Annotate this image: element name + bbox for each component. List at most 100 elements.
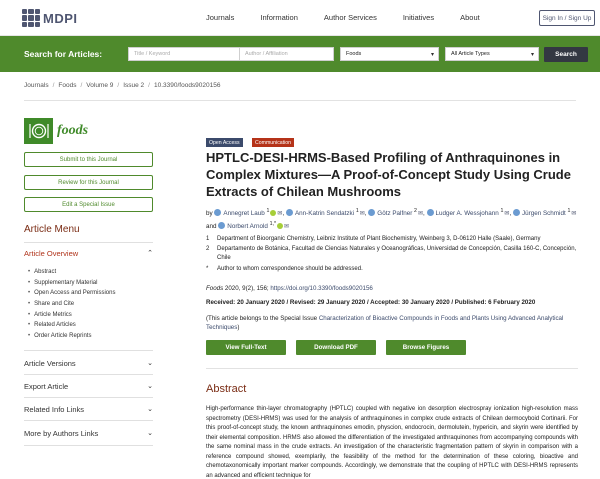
download-pdf-button[interactable]: Download PDF bbox=[296, 340, 376, 355]
affiliation: 1 Department of Bioorganic Chemistry, Le… bbox=[206, 235, 578, 244]
affiliation-number: 1 bbox=[206, 236, 210, 242]
abstract-text: High-performance thin-layer chromatograp… bbox=[206, 406, 578, 479]
article-versions-label: Article Versions bbox=[24, 359, 76, 368]
author-affil-sup: 1,* bbox=[269, 221, 277, 228]
nav-information[interactable]: Information bbox=[260, 13, 298, 22]
email-icon[interactable]: ✉ bbox=[360, 209, 365, 219]
author-name[interactable]: Ludger A. Wessjohann bbox=[436, 210, 499, 217]
divider bbox=[24, 420, 153, 421]
article-menu-title: Article Menu bbox=[24, 224, 80, 235]
article-type-value: All Article Types bbox=[451, 51, 490, 57]
sign-in-button[interactable]: Sign In / Sign Up bbox=[539, 10, 595, 26]
journal-select[interactable]: Foods bbox=[340, 47, 439, 61]
top-header: MDPI Journals Information Author Service… bbox=[0, 0, 600, 36]
crumb-issue[interactable]: Issue 2 bbox=[123, 82, 144, 89]
export-article-label: Export Article bbox=[24, 382, 69, 391]
author-affil-sup: 1 bbox=[567, 208, 571, 214]
author-name[interactable]: Ann-Katrin Sendatzki bbox=[295, 210, 354, 217]
mdpi-logo[interactable]: MDPI bbox=[22, 9, 78, 27]
mdpi-logo-icon bbox=[22, 9, 40, 27]
crumb-journals[interactable]: Journals bbox=[24, 82, 49, 89]
email-icon[interactable]: ✉ bbox=[284, 222, 289, 232]
author-affil-sup: 1 bbox=[500, 208, 504, 214]
author-name[interactable]: Annegret Laub bbox=[223, 210, 264, 217]
author-avatar-icon bbox=[512, 209, 520, 217]
chevron-down-icon: ⌄ bbox=[147, 360, 153, 367]
divider bbox=[24, 242, 153, 243]
submit-button[interactable]: Submit to this Journal bbox=[24, 152, 153, 167]
author-name[interactable]: Götz Palfner bbox=[377, 210, 412, 217]
article-overview-toggle[interactable]: Article Overview ⌃ bbox=[24, 249, 153, 258]
chevron-down-icon: ⌄ bbox=[147, 406, 153, 413]
divider bbox=[24, 100, 576, 101]
publication-dates: Received: 20 January 2020 / Revised: 29 … bbox=[206, 299, 536, 306]
doi-link[interactable]: https://doi.org/10.3390/foods9020156 bbox=[270, 285, 373, 292]
author-name[interactable]: Jürgen Schmidt bbox=[522, 210, 566, 217]
divider bbox=[24, 397, 153, 398]
journal-logo[interactable]: foods bbox=[24, 118, 88, 144]
overview-reprints[interactable]: Order Article Reprints bbox=[28, 331, 115, 342]
related-info-toggle[interactable]: Related Info Links ⌄ bbox=[24, 405, 153, 414]
author-avatar-icon bbox=[426, 209, 434, 217]
affiliation-text: Departamento de Botánica, Facultad de Ci… bbox=[217, 246, 577, 261]
browse-figures-button[interactable]: Browse Figures bbox=[386, 340, 466, 355]
email-icon[interactable]: ✉ bbox=[571, 209, 576, 219]
affiliation-text: Department of Bioorganic Chemistry, Leib… bbox=[217, 236, 541, 242]
nav-initiatives[interactable]: Initiatives bbox=[403, 13, 434, 22]
citation-journal: Foods bbox=[206, 285, 224, 292]
affiliation-number: * bbox=[206, 266, 209, 272]
nav-author-services[interactable]: Author Services bbox=[324, 13, 377, 22]
overview-supplementary[interactable]: Supplementary Material bbox=[28, 278, 115, 289]
nav-journals[interactable]: Journals bbox=[206, 13, 234, 22]
more-by-authors-label: More by Authors Links bbox=[24, 429, 99, 438]
author-affiliation-input[interactable]: Author / Affiliation bbox=[239, 47, 334, 61]
orcid-icon[interactable] bbox=[270, 210, 277, 217]
chevron-down-icon: ⌄ bbox=[147, 383, 153, 390]
search-button[interactable]: Search bbox=[544, 47, 588, 62]
affiliation-number: 2 bbox=[206, 246, 210, 252]
overview-open-access[interactable]: Open Access and Permissions bbox=[28, 288, 115, 299]
email-icon[interactable]: ✉ bbox=[418, 209, 423, 219]
abstract-heading: Abstract bbox=[206, 383, 247, 395]
divider bbox=[24, 350, 153, 351]
author-avatar-icon bbox=[285, 209, 293, 217]
author-avatar-icon bbox=[218, 222, 226, 230]
author-affil-sup: 2 bbox=[414, 208, 417, 214]
crumb-volume[interactable]: Volume 9 bbox=[86, 82, 113, 89]
orcid-icon[interactable] bbox=[277, 223, 284, 230]
email-icon[interactable]: ✉ bbox=[504, 209, 509, 219]
citation-volume: 2020, 9(2), 156; bbox=[223, 285, 271, 292]
search-bar: Search for Articles: Title / Keyword Aut… bbox=[0, 36, 600, 72]
citation: Foods 2020, 9(2), 156; https://doi.org/1… bbox=[206, 285, 373, 292]
article-type-badge: Communication bbox=[252, 138, 295, 147]
affiliation: 2 Departamento de Botánica, Facultad de … bbox=[206, 245, 578, 262]
view-full-text-button[interactable]: View Full-Text bbox=[206, 340, 286, 355]
journal-name: foods bbox=[57, 123, 89, 138]
export-article-toggle[interactable]: Export Article ⌄ bbox=[24, 382, 153, 391]
article-versions-toggle[interactable]: Article Versions ⌄ bbox=[24, 359, 153, 368]
author-affil-sup: 1 bbox=[266, 208, 270, 214]
special-suffix: ) bbox=[237, 323, 240, 331]
article-title: HPTLC-DESI-HRMS-Based Profiling of Anthr… bbox=[206, 150, 571, 199]
related-info-label: Related Info Links bbox=[24, 405, 85, 414]
crumb-journal[interactable]: Foods bbox=[58, 82, 76, 89]
divider bbox=[24, 445, 153, 446]
overview-abstract[interactable]: Abstract bbox=[28, 267, 115, 278]
and-label: and bbox=[206, 223, 217, 231]
crumb-doi[interactable]: 10.3390/foods9020156 bbox=[154, 82, 221, 89]
email-icon[interactable]: ✉ bbox=[277, 209, 282, 219]
logo-text: MDPI bbox=[43, 10, 78, 26]
author-name[interactable]: Norbert Arnold bbox=[227, 223, 268, 230]
nav-about[interactable]: About bbox=[460, 13, 480, 22]
special-prefix: (This article belongs to the Special Iss… bbox=[206, 315, 319, 322]
special-issue-note: (This article belongs to the Special Iss… bbox=[206, 315, 578, 332]
overview-share-cite[interactable]: Share and Cite bbox=[28, 299, 115, 310]
overview-related[interactable]: Related Articles bbox=[28, 320, 115, 331]
more-by-authors-toggle[interactable]: More by Authors Links ⌄ bbox=[24, 429, 153, 438]
plate-icon bbox=[24, 118, 53, 144]
article-type-select[interactable]: All Article Types bbox=[445, 47, 539, 61]
open-access-badge: Open Access bbox=[206, 138, 243, 147]
review-button[interactable]: Review for this Journal bbox=[24, 175, 153, 190]
overview-metrics[interactable]: Article Metrics bbox=[28, 310, 115, 321]
edit-special-issue-button[interactable]: Edit a Special Issue bbox=[24, 197, 153, 212]
